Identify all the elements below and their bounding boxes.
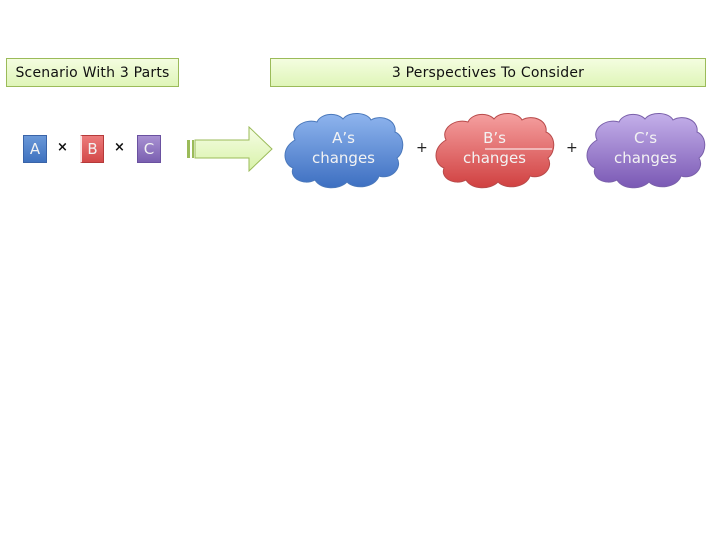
part-a-box: A <box>23 135 47 163</box>
cloud-b: B’s changes <box>432 110 557 190</box>
right-arrow-icon <box>187 126 273 172</box>
cloud-c: C’s changes <box>583 110 708 190</box>
part-c-box: C <box>137 135 161 163</box>
scenario-header: Scenario With 3 Parts <box>6 58 179 87</box>
multiply-sign-2: × <box>114 140 125 155</box>
plus-sign-1: + <box>416 140 428 156</box>
plus-sign-2: + <box>566 140 578 156</box>
multiply-sign-1: × <box>57 140 68 155</box>
cloud-a: A’s changes <box>281 110 406 190</box>
cloud-c-line2: changes <box>613 149 678 167</box>
part-b-box: B <box>80 135 104 163</box>
cloud-b-line1: B’s <box>483 129 506 147</box>
perspectives-header-label: 3 Perspectives To Consider <box>391 64 585 81</box>
cloud-c-line1: C’s <box>633 129 658 147</box>
perspectives-header: 3 Perspectives To Consider <box>270 58 706 87</box>
cloud-a-line2: changes <box>311 149 376 167</box>
cloud-b-line2: changes <box>462 149 527 167</box>
part-a-label: A <box>29 140 41 158</box>
cloud-a-line1: A’s <box>332 129 355 147</box>
scenario-header-label: Scenario With 3 Parts <box>15 64 170 81</box>
part-b-label: B <box>87 140 98 158</box>
part-c-label: C <box>143 140 155 158</box>
